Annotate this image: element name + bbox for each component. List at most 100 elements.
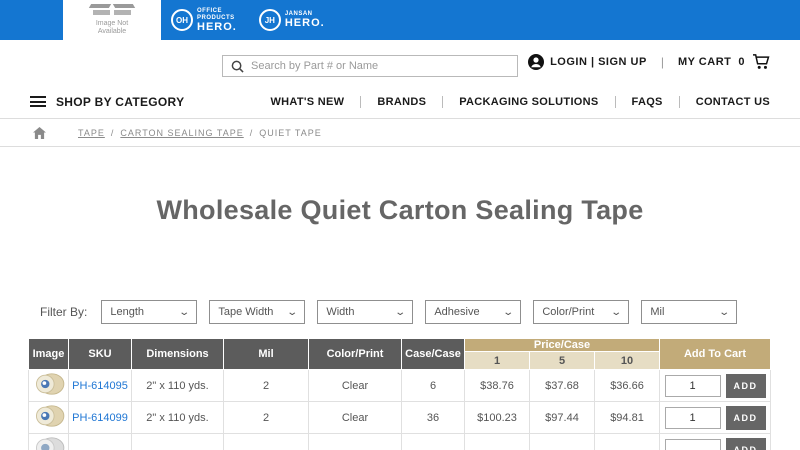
price-10-cell: $94.81 <box>593 401 661 434</box>
price-1-cell: $38.76 <box>464 369 530 402</box>
price-tier-10: 10 <box>593 351 661 370</box>
nav-item-contact-us[interactable]: CONTACT US <box>678 95 770 108</box>
oph-hero: HERO. <box>197 20 237 33</box>
oph-circle-icon: OH <box>171 9 193 31</box>
mil-cell: 2 <box>223 401 309 434</box>
login-signup-link[interactable]: LOGIN | SIGN UP <box>528 54 647 70</box>
nav-item-packaging-solutions[interactable]: PACKAGING SOLUTIONS <box>442 95 614 108</box>
breadcrumb-separator: / <box>249 127 254 138</box>
chevron-down-icon: ⌄ <box>178 306 191 318</box>
chevron-down-icon: ⌄ <box>286 306 299 318</box>
price-10-cell: $36.66 <box>593 369 661 402</box>
breadcrumb-separator: / <box>110 127 115 138</box>
home-icon[interactable] <box>33 126 46 139</box>
filter-color-print-label: Color/Print <box>542 306 595 318</box>
shop-by-category-label: SHOP BY CATEGORY <box>56 94 185 109</box>
login-signup-label: LOGIN | SIGN UP <box>550 56 647 68</box>
filter-dropdown-color-print[interactable]: Color/Print ⌄ <box>533 300 630 324</box>
col-header-mil: Mil <box>223 338 309 370</box>
search-icon <box>231 60 244 73</box>
my-cart-link[interactable]: MY CART 0 <box>678 54 770 70</box>
product-image-cell <box>28 433 69 450</box>
filter-length-label: Length <box>110 306 144 318</box>
header-row: LOGIN | SIGN UP | MY CART 0 <box>0 40 800 85</box>
search-input[interactable] <box>251 60 509 72</box>
top-brand-bar: Image Not Available OH OFFICE PRODUCTS H… <box>0 0 800 40</box>
filter-mil-label: Mil <box>650 306 665 318</box>
color-print-cell <box>308 433 402 450</box>
page-title: Wholesale Quiet Carton Sealing Tape <box>156 195 644 225</box>
col-header-case-case: Case/Case <box>401 338 465 370</box>
jansan-hero-logo[interactable]: JH JANSAN HERO. <box>258 9 325 31</box>
price-tier-5: 5 <box>529 351 595 370</box>
header-divider: | <box>660 55 664 69</box>
quantity-input[interactable] <box>664 406 721 429</box>
breadcrumb-link-carton-sealing-tape[interactable]: CARTON SEALING TAPE <box>120 128 243 138</box>
sku-link[interactable]: PH-614095 <box>72 380 128 392</box>
dimensions-cell <box>131 433 224 450</box>
dimensions-cell: 2" x 110 yds. <box>131 369 224 402</box>
sku-link[interactable]: PH-614099 <box>72 412 128 424</box>
account-icon <box>528 54 545 70</box>
col-header-sku: SKU <box>68 338 132 370</box>
col-header-color-print: Color/Print <box>308 338 402 370</box>
nav-item-whats-new[interactable]: WHAT'S NEW <box>254 96 360 108</box>
logo-placeholder-line2: Available <box>97 28 127 35</box>
search-box[interactable] <box>222 55 518 77</box>
price-5-cell <box>529 433 595 450</box>
col-header-image: Image <box>28 338 69 370</box>
logo-placeholder-line1: Image Not <box>95 20 129 27</box>
chevron-down-icon: ⌄ <box>502 306 515 318</box>
office-products-hero-logo[interactable]: OH OFFICE PRODUCTS HERO. <box>171 8 237 33</box>
chevron-down-icon: ⌄ <box>610 306 623 318</box>
product-image-cell <box>28 369 69 402</box>
product-image-cell <box>28 401 69 434</box>
tape-roll-image <box>35 437 64 450</box>
filter-dropdown-tape-width[interactable]: Tape Width ⌄ <box>209 300 306 324</box>
filter-dropdown-width[interactable]: Width ⌄ <box>317 300 414 324</box>
color-print-cell: Clear <box>308 401 402 434</box>
breadcrumb-link-tape[interactable]: TAPE <box>78 128 105 138</box>
case-case-cell: 36 <box>401 401 465 434</box>
filter-width-label: Width <box>326 306 355 318</box>
color-print-cell: Clear <box>308 369 402 402</box>
case-case-cell <box>401 433 465 450</box>
chevron-down-icon: ⌄ <box>718 306 731 318</box>
add-to-cart-button[interactable]: ADD <box>725 405 766 430</box>
shop-by-category-button[interactable]: SHOP BY CATEGORY <box>30 95 184 109</box>
table-row: PH-614095 2" x 110 yds. 2 Clear 6 $38.76… <box>28 369 772 402</box>
breadcrumb: TAPE / CARTON SEALING TAPE / QUIET TAPE <box>0 118 800 147</box>
filter-by-label: Filter By: <box>40 305 88 319</box>
hamburger-icon <box>30 96 46 107</box>
tape-roll-image <box>35 405 64 427</box>
oph-line1: OFFICE <box>197 7 222 14</box>
box-logo-icon <box>88 4 136 18</box>
price-10-cell <box>593 433 661 450</box>
nav-item-faqs[interactable]: FAQS <box>614 95 679 108</box>
price-1-cell <box>464 433 530 450</box>
add-to-cart-button[interactable]: ADD <box>725 437 766 450</box>
add-to-cart-button[interactable]: ADD <box>725 373 766 398</box>
cart-label: MY CART <box>677 56 732 68</box>
site-logo[interactable]: Image Not Available <box>63 0 161 40</box>
filter-dropdown-adhesive[interactable]: Adhesive ⌄ <box>425 300 522 324</box>
filter-adhesive-label: Adhesive <box>434 306 480 318</box>
filter-dropdown-length[interactable]: Length ⌄ <box>101 300 198 324</box>
nav-item-brands[interactable]: BRANDS <box>360 95 442 108</box>
col-header-price-case: Price/Case <box>463 338 661 352</box>
price-5-cell: $37.68 <box>529 369 595 402</box>
filter-dropdown-mil[interactable]: Mil ⌄ <box>641 300 738 324</box>
tape-roll-image <box>35 373 64 395</box>
product-table: Image SKU Dimensions Mil Color/Print Cas… <box>28 338 772 450</box>
quantity-input[interactable] <box>664 374 721 397</box>
cart-icon <box>753 54 770 69</box>
price-5-cell: $97.44 <box>529 401 595 434</box>
dimensions-cell: 2" x 110 yds. <box>131 401 224 434</box>
breadcrumb-current: QUIET TAPE <box>259 127 322 138</box>
filter-bar: Filter By: Length ⌄ Tape Width ⌄ Width ⌄… <box>40 300 800 324</box>
quantity-input[interactable] <box>664 438 721 450</box>
col-header-dimensions: Dimensions <box>131 338 224 370</box>
filter-tape-width-label: Tape Width <box>218 306 274 318</box>
col-header-add-to-cart: Add To Cart <box>659 338 772 370</box>
mil-cell: 2 <box>223 369 309 402</box>
